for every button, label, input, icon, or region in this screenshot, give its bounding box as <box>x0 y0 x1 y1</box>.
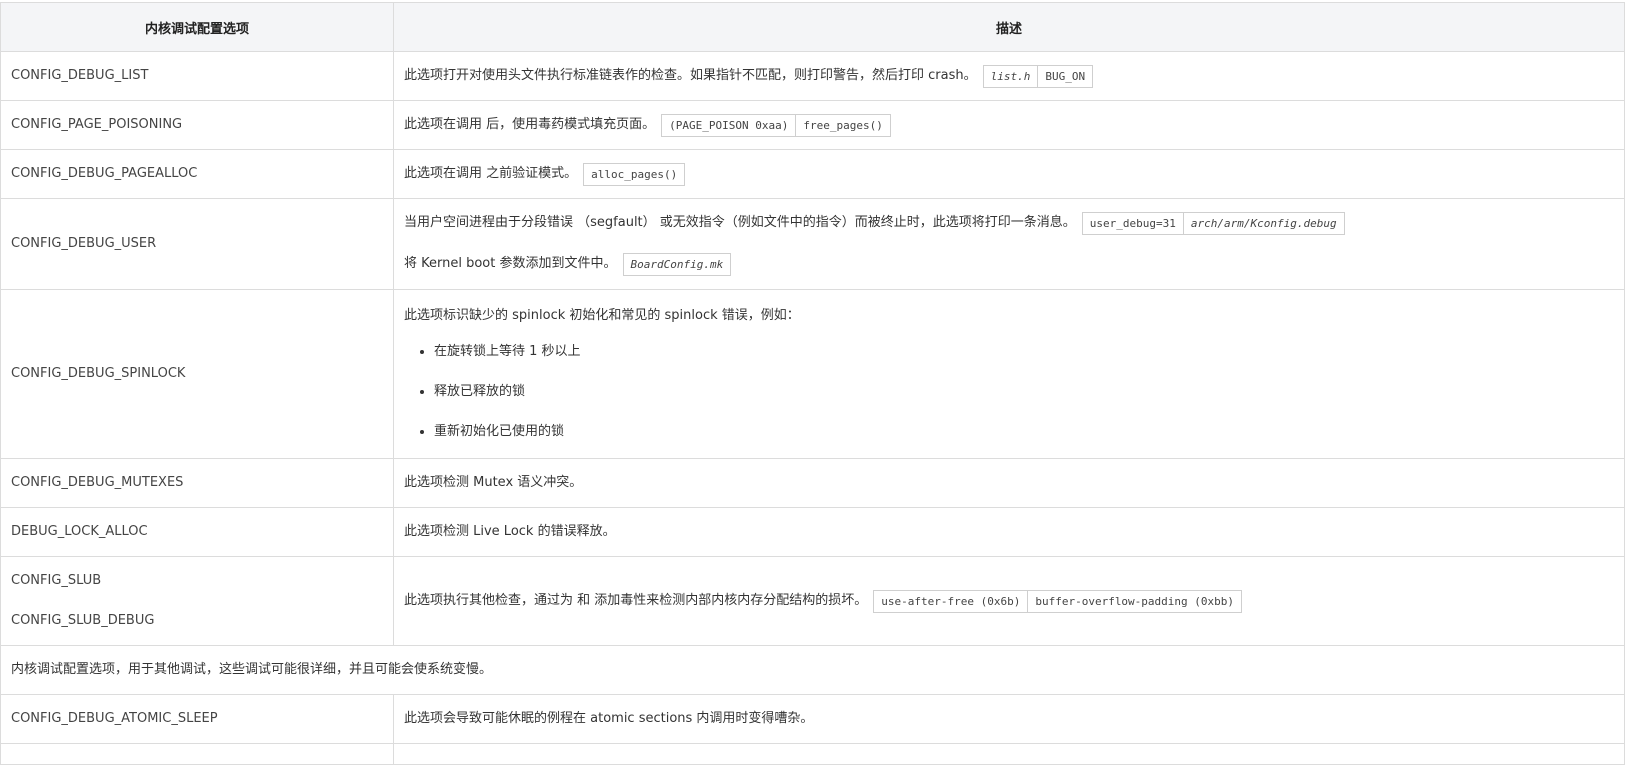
column-header-option: 内核调试配置选项 <box>0 2 394 52</box>
option-cell <box>0 743 394 765</box>
description-text: 当用户空间进程由于分段错误 （segfault） 或无效指令（例如文件中的指令）… <box>404 215 1076 231</box>
section-note-row: 内核调试配置选项，用于其他调试，这些调试可能很详细，并且可能会使系统变慢。 <box>0 645 1625 695</box>
option-cell: CONFIG_DEBUG_LIST <box>0 51 394 101</box>
error-list: 在旋转锁上等待 1 秒以上 释放已释放的锁 重新初始化已使用的锁 <box>404 343 1614 442</box>
table-row: CONFIG_SLUB CONFIG_SLUB_DEBUG 此选项执行其他检查，… <box>0 556 1625 646</box>
option-cell: CONFIG_DEBUG_USER <box>0 198 394 290</box>
code-chip: buffer-overflow-padding (0xbb) <box>1027 589 1243 613</box>
table-row: CONFIG_DEBUG_PAGEALLOC 此选项在调用 之前验证模式。 al… <box>0 149 1625 199</box>
table-row: CONFIG_DEBUG_ATOMIC_SLEEP 此选项会导致可能休眠的例程在… <box>0 694 1625 744</box>
list-item: 在旋转锁上等待 1 秒以上 <box>434 343 1614 361</box>
table-row <box>0 743 1625 765</box>
description-text: 此选项打开对使用头文件执行标准链表作的检查。如果指针不匹配，则打印警告，然后打印… <box>404 67 977 83</box>
description-cell: 此选项检测 Live Lock 的错误释放。 <box>393 507 1625 557</box>
option-cell: CONFIG_PAGE_POISONING <box>0 100 394 150</box>
option-cell: DEBUG_LOCK_ALLOC <box>0 507 394 557</box>
code-chip: use-after-free (0x6b) <box>873 589 1029 613</box>
column-header-description: 描述 <box>393 2 1625 52</box>
code-chip: (PAGE_POISON 0xaa) <box>661 113 797 137</box>
table-row: CONFIG_DEBUG_SPINLOCK 此选项标识缺少的 spinlock … <box>0 289 1625 459</box>
description-text: 此选项在调用 之前验证模式。 <box>404 165 578 181</box>
description-cell: 此选项会导致可能休眠的例程在 atomic sections 内调用时变得嘈杂。 <box>393 694 1625 744</box>
description-cell: 此选项标识缺少的 spinlock 初始化和常见的 spinlock 错误，例如… <box>393 289 1625 459</box>
code-chip: user_debug=31 <box>1081 212 1184 235</box>
option-cell: CONFIG_DEBUG_ATOMIC_SLEEP <box>0 694 394 744</box>
description-cell: 当用户空间进程由于分段错误 （segfault） 或无效指令（例如文件中的指令）… <box>393 198 1625 290</box>
table-header-row: 内核调试配置选项 描述 <box>0 2 1625 52</box>
table-row: CONFIG_PAGE_POISONING 此选项在调用 后，使用毒药模式填充页… <box>0 100 1625 150</box>
description-text: 此选项在调用 后，使用毒药模式填充页面。 <box>404 116 656 132</box>
description-cell: 此选项在调用 之前验证模式。 alloc_pages() <box>393 149 1625 199</box>
code-chip: BUG_ON <box>1037 64 1094 88</box>
code-chip: free_pages() <box>795 113 891 137</box>
table-row: DEBUG_LOCK_ALLOC 此选项检测 Live Lock 的错误释放。 <box>0 507 1625 557</box>
code-chip: alloc_pages() <box>583 162 686 186</box>
description-cell: 此选项检测 Mutex 语义冲突。 <box>393 458 1625 508</box>
option-name: CONFIG_SLUB <box>11 572 102 588</box>
option-cell: CONFIG_SLUB CONFIG_SLUB_DEBUG <box>0 556 394 646</box>
table-row: CONFIG_DEBUG_LIST 此选项打开对使用头文件执行标准链表作的检查。… <box>0 51 1625 101</box>
list-item: 重新初始化已使用的锁 <box>434 423 1614 441</box>
table-row: CONFIG_DEBUG_MUTEXES 此选项检测 Mutex 语义冲突。 <box>0 458 1625 508</box>
option-cell: CONFIG_DEBUG_PAGEALLOC <box>0 149 394 199</box>
description-cell: 此选项执行其他检查，通过为 和 添加毒性来检测内部内核内存分配结构的损坏。 us… <box>393 556 1625 646</box>
description-cell: 此选项打开对使用头文件执行标准链表作的检查。如果指针不匹配，则打印警告，然后打印… <box>393 51 1625 101</box>
section-note: 内核调试配置选项，用于其他调试，这些调试可能很详细，并且可能会使系统变慢。 <box>0 645 1625 695</box>
code-chip: arch/arm/Kconfig.debug <box>1182 212 1345 235</box>
description-cell <box>393 743 1625 765</box>
table-row: CONFIG_DEBUG_USER 当用户空间进程由于分段错误 （segfaul… <box>0 198 1625 290</box>
description-text: 将 Kernel boot 参数添加到文件中。 <box>404 256 617 272</box>
description-text: 此选项执行其他检查，通过为 和 添加毒性来检测内部内核内存分配结构的损坏。 <box>404 592 868 608</box>
option-cell: CONFIG_DEBUG_MUTEXES <box>0 458 394 508</box>
code-chip: BoardConfig.mk <box>622 253 732 276</box>
list-item: 释放已释放的锁 <box>434 383 1614 401</box>
code-chip: list.h <box>982 64 1039 88</box>
description-cell: 此选项在调用 后，使用毒药模式填充页面。 (PAGE_POISON 0xaa) … <box>393 100 1625 150</box>
option-name: CONFIG_SLUB_DEBUG <box>11 613 155 628</box>
kernel-debug-config-table: 内核调试配置选项 描述 CONFIG_DEBUG_LIST 此选项打开对使用头文… <box>0 2 1625 765</box>
option-cell: CONFIG_DEBUG_SPINLOCK <box>0 289 394 459</box>
description-text: 此选项标识缺少的 spinlock 初始化和常见的 spinlock 错误，例如… <box>404 307 800 323</box>
